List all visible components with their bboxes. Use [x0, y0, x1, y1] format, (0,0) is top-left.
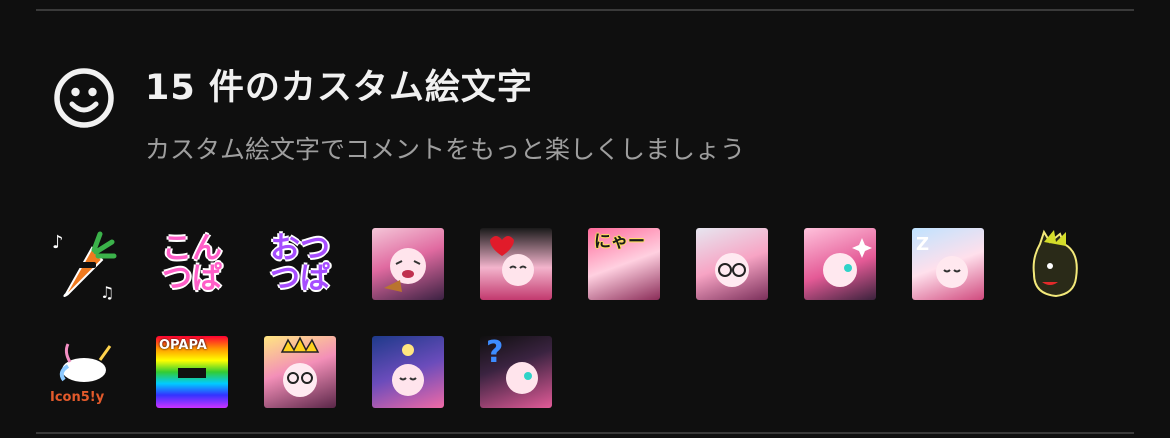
- horse-icon: [1032, 229, 1078, 298]
- sparkle-icon: [823, 238, 872, 287]
- sleeping-icon: Z: [916, 234, 968, 288]
- emoji-grid: ♪ ♫ こん つぱ おつ つぱ にゃー Z Icon5!y OPAPA ?: [48, 228, 1138, 408]
- custom-emoji-subtitle: カスタム絵文字でコメントをもっと楽しくしましょう: [145, 135, 746, 164]
- svg-text:Z: Z: [916, 234, 929, 255]
- svg-text:♪: ♪: [52, 232, 64, 253]
- emoji-character-glasses[interactable]: [696, 228, 768, 300]
- emoji-nya-text: にゃー: [594, 232, 645, 252]
- emoji-character-crown[interactable]: [264, 336, 336, 408]
- custom-emoji-count-title: 15 件のカスタム絵文字: [145, 68, 533, 108]
- night-character-icon: [392, 344, 424, 396]
- emoji-character-heart[interactable]: [480, 228, 552, 300]
- smiley-icon: [54, 68, 114, 128]
- emoji-question-text: ?: [486, 336, 504, 370]
- emoji-unicorn[interactable]: Icon5!y: [48, 336, 120, 408]
- top-divider: [36, 9, 1134, 11]
- emoji-konpa[interactable]: こん つぱ: [156, 228, 228, 300]
- heart-icon: [490, 236, 534, 286]
- emoji-character-sleeping[interactable]: Z: [912, 228, 984, 300]
- emoji-unicorn-text: Icon5!y: [50, 390, 105, 405]
- emoji-carrot-sunglasses[interactable]: ♪ ♫: [48, 228, 120, 300]
- emoji-otsupa[interactable]: おつ つぱ: [264, 228, 336, 300]
- emoji-character-nya[interactable]: にゃー: [588, 228, 660, 300]
- emoji-konpa-text: こん つぱ: [162, 231, 222, 296]
- emoji-otsupa-text: おつ つぱ: [270, 231, 330, 296]
- emoji-character-night[interactable]: [372, 336, 444, 408]
- emoji-horse[interactable]: [1020, 228, 1092, 300]
- emoji-character-question[interactable]: ?: [480, 336, 552, 408]
- carrot-icon: ♪ ♫: [52, 231, 117, 300]
- emoji-character-sparkle[interactable]: [804, 228, 876, 300]
- emoji-character-eating[interactable]: [372, 228, 444, 300]
- glasses-icon: [715, 253, 749, 287]
- bottom-divider: [36, 432, 1134, 434]
- svg-text:♫: ♫: [100, 283, 114, 300]
- character-eating-icon: [384, 248, 426, 292]
- emoji-rainbow-opapa[interactable]: OPAPA: [156, 336, 228, 408]
- crown-icon: [280, 336, 320, 397]
- emoji-opapa-text: OPAPA: [159, 338, 207, 353]
